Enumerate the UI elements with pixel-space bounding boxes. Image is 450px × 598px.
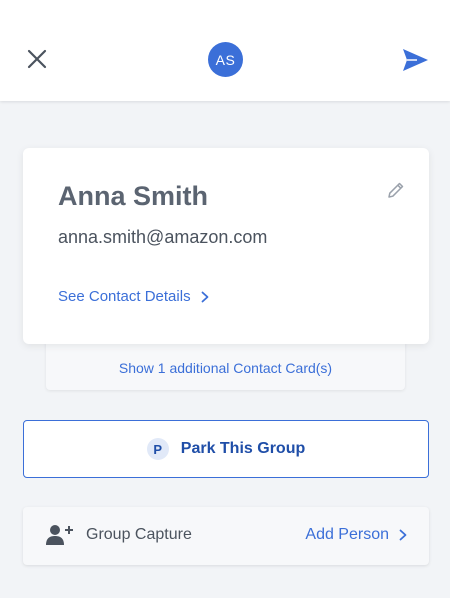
close-icon — [27, 49, 47, 69]
parking-icon: P — [146, 438, 169, 460]
add-person-label: Add Person — [305, 526, 389, 543]
send-button[interactable] — [401, 46, 429, 74]
contact-email: anna.smith@amazon.com — [58, 227, 268, 247]
contact-name: Anna Smith — [58, 181, 209, 211]
chevron-right-icon — [399, 529, 407, 541]
see-contact-details-link[interactable]: See Contact Details — [58, 288, 209, 305]
contact-card: Anna Smith anna.smith@amazon.com See Con… — [23, 148, 429, 344]
send-icon — [403, 49, 428, 71]
see-contact-details-label: See Contact Details — [58, 288, 191, 305]
avatar: AS — [208, 42, 243, 77]
chevron-right-icon — [201, 291, 208, 302]
group-capture-row: Group Capture Add Person — [23, 507, 429, 565]
add-person-icon — [46, 525, 73, 545]
close-button[interactable] — [24, 46, 50, 72]
park-this-group-label: Park This Group — [180, 440, 306, 457]
top-bar: AS — [0, 0, 450, 101]
add-person-button[interactable]: Add Person — [305, 526, 407, 544]
show-additional-cards-link[interactable]: Show 1 additional Contact Card(s) — [46, 356, 405, 380]
park-this-group-button[interactable]: P Park This Group — [23, 420, 429, 478]
edit-icon — [388, 182, 404, 198]
group-capture-label: Group Capture — [86, 526, 192, 543]
edit-button[interactable] — [386, 180, 406, 200]
